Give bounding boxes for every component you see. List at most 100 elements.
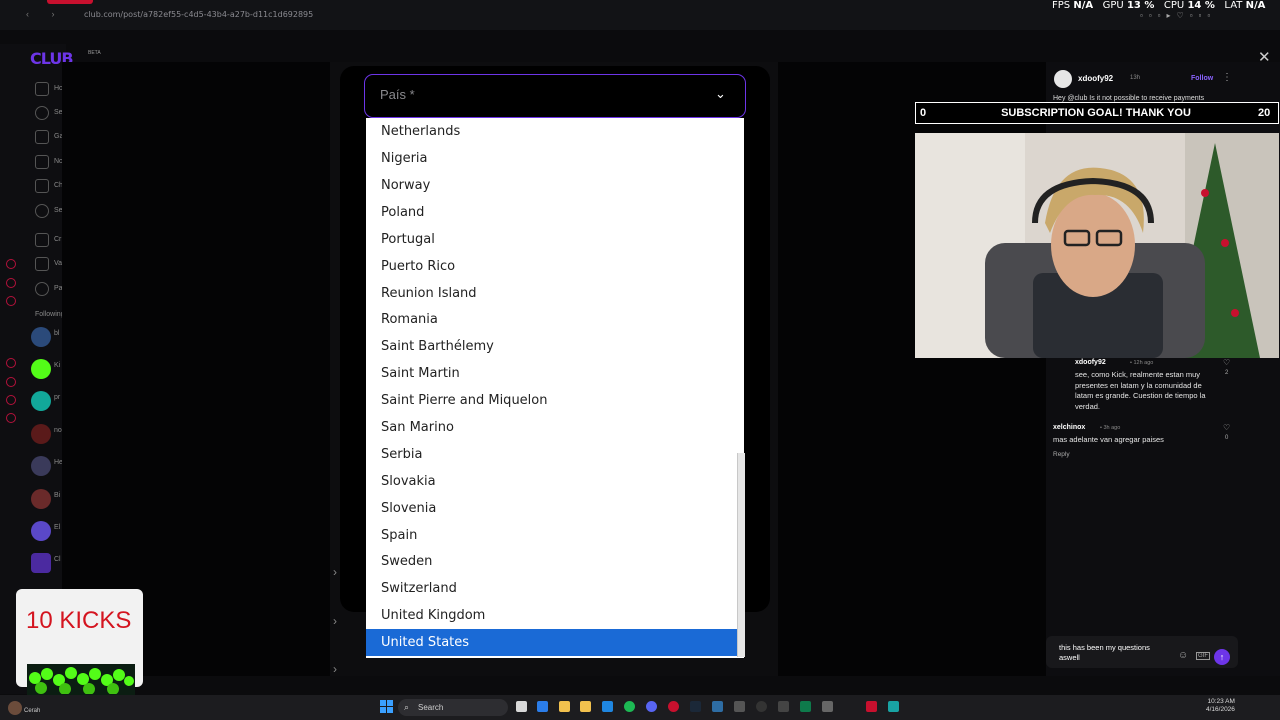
avatar[interactable] [31,327,51,347]
windows-start-icon[interactable] [380,700,393,713]
heart-icon[interactable]: ♡ [1223,358,1230,367]
following-user[interactable]: Ki [54,362,60,369]
send-button[interactable]: ↑ [1214,649,1230,665]
search-icon[interactable] [35,106,49,120]
extension-icons[interactable]: ▫▫▫▸♡▫▫▫ [1140,11,1216,20]
emoji-icon[interactable]: ☺ [1178,650,1188,661]
list-item[interactable]: Spain [381,528,417,543]
comment-body: mas adelante van agregar paises [1053,435,1164,444]
app-icon[interactable] [712,701,723,712]
browser-nav-icons[interactable]: ‹ › [26,9,65,19]
gif-icon[interactable]: GIF [1196,652,1210,660]
list-item[interactable]: Romania [381,312,438,327]
following-user[interactable]: Cl [54,556,61,563]
app-icon[interactable] [822,701,833,712]
stream-dock-icon[interactable] [6,296,16,306]
avatar[interactable] [31,359,51,379]
avatar[interactable] [31,553,51,573]
avatar[interactable] [31,521,51,541]
country-select[interactable] [364,74,746,118]
list-item[interactable]: Portugal [381,232,435,247]
chevron-right-icon[interactable]: › [333,662,337,676]
avatar[interactable] [31,391,51,411]
follow-button[interactable]: Follow [1191,75,1213,82]
task-view-icon[interactable] [516,701,527,712]
chevron-right-icon[interactable]: › [333,565,337,579]
avatar[interactable] [31,424,51,444]
stream-dock-icon[interactable] [6,278,16,288]
stream-dock-icon[interactable] [6,358,16,368]
list-item[interactable]: Reunion Island [381,286,477,301]
list-item[interactable]: Saint Barthélemy [381,339,494,354]
following-user[interactable]: no [54,427,62,434]
opera-icon[interactable] [668,701,679,712]
list-item[interactable]: Nigeria [381,151,428,166]
home-icon[interactable] [35,82,49,96]
spotify-icon[interactable] [624,701,635,712]
stream-dock-icon[interactable] [6,395,16,405]
discord-icon[interactable] [646,701,657,712]
app-icon[interactable] [734,701,745,712]
following-user[interactable]: Bi [54,492,60,499]
chevron-down-icon[interactable]: ⌄ [715,86,726,102]
steam-icon[interactable] [690,701,701,712]
comment-time: • 3h ago [1100,425,1121,431]
mail-icon[interactable] [602,701,613,712]
comment-author[interactable]: xdoofy92 [1075,359,1106,366]
avatar[interactable] [8,701,22,715]
comment-author[interactable]: xelchinox [1053,424,1085,431]
following-user[interactable]: El [54,524,60,531]
chat-icon[interactable] [35,179,49,193]
payments-icon[interactable] [35,282,49,296]
list-item[interactable]: Serbia [381,447,422,462]
list-item[interactable]: Switzerland [381,581,457,596]
heart-icon[interactable]: ♡ [1223,423,1230,432]
close-icon[interactable]: ✕ [1258,48,1271,66]
following-user[interactable]: bl [54,330,59,337]
list-item-selected[interactable]: United States [366,629,738,656]
address-bar[interactable]: club.com/post/a782ef55-c4d5-43b4-a27b-d1… [84,10,313,19]
gear-icon[interactable] [35,204,49,218]
app-icon[interactable] [800,701,811,712]
more-options-icon[interactable]: ⋮ [1222,72,1232,83]
list-item[interactable]: Slovakia [381,474,436,489]
edge-icon[interactable] [537,701,548,712]
following-user[interactable]: pr [54,394,60,401]
sidebar-item-vault[interactable]: Va [54,260,62,267]
obs-icon[interactable] [756,701,767,712]
stream-dock-icon[interactable] [6,259,16,269]
stream-dock-icon[interactable] [6,377,16,387]
vault-icon[interactable] [35,257,49,271]
avatar[interactable] [1054,70,1072,88]
folder-icon[interactable] [559,701,570,712]
taskbar-search[interactable] [398,699,508,716]
app-icon[interactable] [866,701,877,712]
list-item[interactable]: Netherlands [381,124,460,139]
post-author[interactable]: xdoofy92 [1078,74,1113,83]
list-item[interactable]: Sweden [381,554,432,569]
dropdown-scrollbar[interactable] [737,453,745,657]
reply-input[interactable]: this has been my questions aswell [1059,643,1169,663]
list-item[interactable]: United Kingdom [381,608,485,623]
explorer-icon[interactable] [580,701,591,712]
app-icon[interactable] [888,701,899,712]
reply-link[interactable]: Reply [1053,451,1070,458]
list-item[interactable]: Slovenia [381,501,436,516]
stream-dock-icon[interactable] [6,413,16,423]
avatar[interactable] [31,489,51,509]
list-item[interactable]: Saint Martin [381,366,460,381]
create-icon[interactable] [35,233,49,247]
sidebar-item-create[interactable]: Cr [54,236,61,243]
list-item[interactable]: Norway [381,178,430,193]
bell-icon[interactable] [35,155,49,169]
app-icon[interactable] [778,701,789,712]
list-item[interactable]: Saint Pierre and Miquelon [381,393,547,408]
games-icon[interactable] [35,130,49,144]
chevron-right-icon[interactable]: › [333,614,337,628]
country-select-placeholder: País * [380,87,415,102]
taskbar-clock[interactable]: 10:23 AM 4/16/2026 [1206,698,1235,714]
list-item[interactable]: Poland [381,205,424,220]
avatar[interactable] [31,456,51,476]
list-item[interactable]: Puerto Rico [381,259,455,274]
list-item[interactable]: San Marino [381,420,454,435]
